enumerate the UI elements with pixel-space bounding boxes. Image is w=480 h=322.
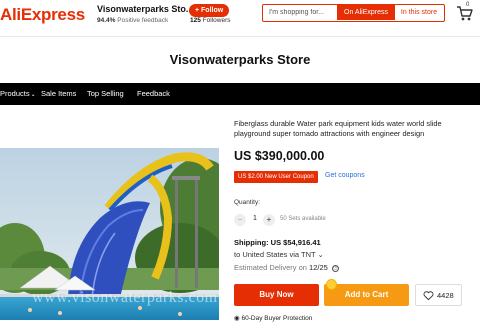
aliexpress-logo[interactable]: AliExpress — [0, 5, 85, 25]
store-nav: Products⌄ Sale Items Top Selling Feedbac… — [0, 83, 480, 105]
cart-count-badge: 0 — [466, 2, 470, 8]
product-price: US $390,000.00 — [234, 149, 325, 163]
buyer-protection-label: 60-Day Buyer Protection — [241, 315, 313, 322]
estimated-delivery: Estimated Delivery on 12/25 ◷ — [234, 263, 339, 272]
ship-to-selector[interactable]: to United States via TNT ⌄ — [234, 250, 324, 259]
feedback-percent: 94.4% — [97, 17, 116, 24]
add-to-cart-button[interactable]: Add to Cart — [324, 284, 409, 306]
get-coupons-link[interactable]: Get coupons — [325, 172, 365, 179]
follow-button[interactable]: + Follow — [189, 4, 230, 17]
coupon-badge: US $2.00 New User Coupon — [234, 171, 318, 183]
buyer-protection: ◉ 60-Day Buyer Protection — [234, 314, 312, 322]
estimated-delivery-label: Estimated Delivery on — [234, 263, 307, 272]
followers-label: Followers — [202, 17, 231, 24]
quantity-decrease-button[interactable]: − — [234, 214, 246, 226]
nav-item-feedback[interactable]: Feedback — [137, 83, 170, 105]
clock-icon[interactable]: ◷ — [331, 264, 339, 272]
feedback-label: Positive feedback — [117, 17, 169, 24]
nav-item-sale-items[interactable]: Sale Items — [41, 83, 76, 105]
store-feedback: 94.4% Positive feedback — [97, 17, 168, 24]
search-input[interactable] — [263, 5, 337, 20]
cursor-highlight — [326, 279, 337, 290]
nav-item-products[interactable]: Products⌄ — [0, 83, 36, 105]
wishlist-count: 4428 — [437, 291, 454, 300]
top-divider — [0, 36, 480, 37]
chevron-down-icon: ⌄ — [30, 92, 36, 98]
image-watermark: www.visonwaterparks.com — [32, 289, 218, 306]
shipping-cost: Shipping: US $54,916.41 — [234, 238, 321, 247]
shipping-label: Shipping: US $54,916.41 — [234, 238, 321, 247]
search-on-aliexpress-button[interactable]: On AliExpress — [337, 5, 395, 20]
available-stock: 50 Sets available — [280, 216, 326, 222]
wishlist-button[interactable]: 4428 — [415, 284, 462, 306]
search-bar: On AliExpress In this store — [262, 4, 445, 22]
search-in-store-button[interactable]: In this store — [395, 5, 443, 20]
shield-icon: ◉ — [234, 315, 240, 322]
quantity-label: Quantity: — [234, 199, 261, 206]
followers-number: 125 — [190, 17, 201, 24]
product-image[interactable]: www.visonwaterparks.com — [0, 148, 219, 320]
store-name[interactable]: Visonwaterparks Sto... — [97, 4, 193, 14]
followers-count: 125 Followers — [190, 17, 230, 24]
heart-icon — [423, 291, 434, 301]
buy-now-button[interactable]: Buy Now — [234, 284, 319, 306]
cart-icon[interactable] — [455, 3, 475, 23]
product-title: Fiberglass durable Water park equipment … — [234, 119, 442, 138]
nav-item-label: Products — [0, 89, 30, 98]
quantity-value[interactable]: 1 — [251, 215, 259, 222]
top-bar: AliExpress Visonwaterparks Sto... 94.4% … — [0, 0, 480, 36]
estimated-delivery-date: 12/25 — [309, 263, 328, 272]
nav-item-top-selling[interactable]: Top Selling — [87, 83, 124, 105]
quantity-increase-button[interactable]: + — [263, 214, 275, 226]
store-title: Visonwaterparks Store — [169, 52, 311, 67]
